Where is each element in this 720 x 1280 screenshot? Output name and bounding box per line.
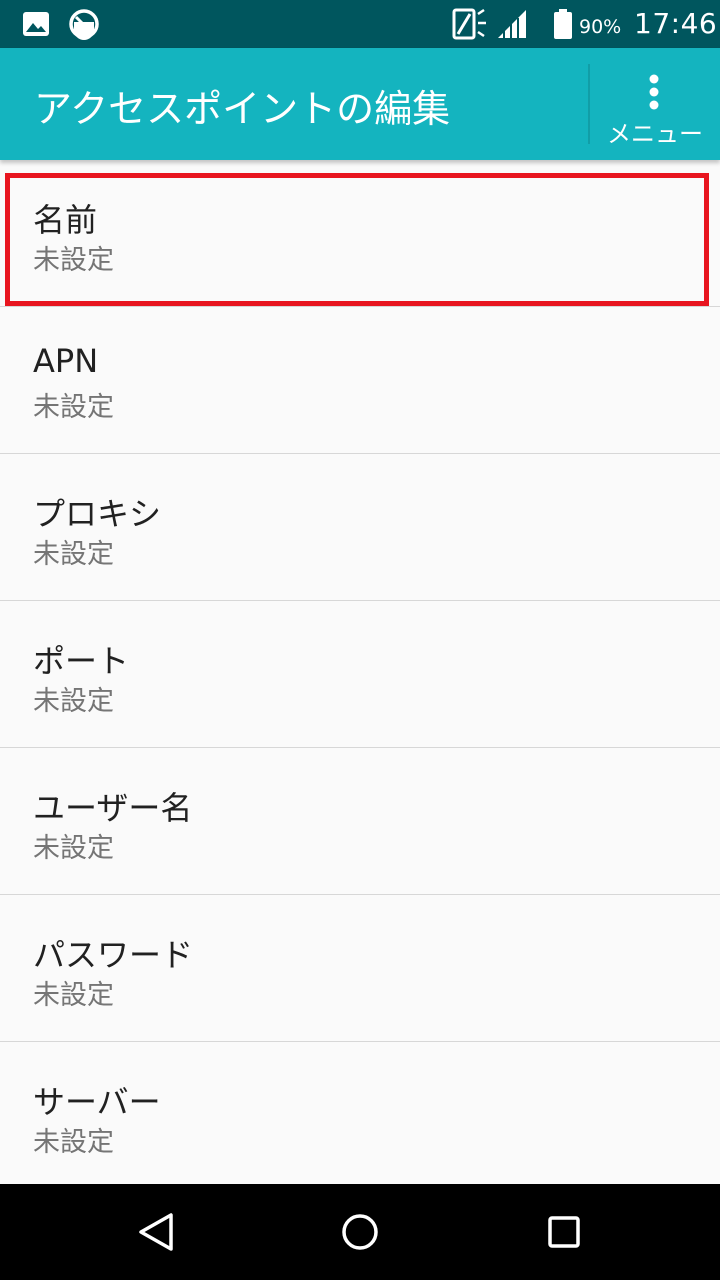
setting-title: ユーザー名: [33, 789, 193, 827]
setting-title: 名前: [33, 201, 98, 239]
setting-title: プロキシ: [33, 495, 162, 533]
app-bar: アクセスポイントの編集 メニュー: [0, 48, 720, 160]
home-icon[interactable]: [332, 1204, 388, 1260]
setting-item-username[interactable]: ユーザー名 未設定: [0, 748, 720, 895]
setting-item-name[interactable]: 名前 未設定: [0, 160, 720, 307]
more-vert-icon: [649, 74, 659, 110]
setting-summary: 未設定: [33, 686, 114, 717]
setting-summary: 未設定: [33, 980, 114, 1011]
setting-summary: 未設定: [33, 392, 114, 423]
menu-button[interactable]: メニュー: [590, 48, 720, 160]
setting-title: パスワード: [33, 936, 194, 974]
setting-summary: 未設定: [33, 245, 114, 276]
setting-title: ポート: [33, 642, 130, 680]
clock: 17:46: [634, 7, 718, 40]
setting-summary: 未設定: [33, 1127, 114, 1158]
speedometer-icon: [69, 9, 99, 40]
vibrate-icon: [452, 8, 486, 40]
setting-summary: 未設定: [33, 833, 114, 864]
page-title: アクセスポイントの編集: [34, 87, 451, 131]
battery-icon: [554, 9, 572, 39]
setting-summary: 未設定: [33, 539, 114, 570]
setting-item-port[interactable]: ポート 未設定: [0, 601, 720, 748]
navigation-bar: [0, 1184, 720, 1280]
setting-item-password[interactable]: パスワード 未設定: [0, 895, 720, 1042]
setting-title: サーバー: [33, 1083, 161, 1121]
image-icon: [23, 12, 49, 36]
menu-label: メニュー: [607, 120, 703, 148]
setting-title: APN: [33, 342, 99, 380]
status-bar: 90% 17:46: [0, 0, 720, 48]
signal-icon: [498, 10, 526, 38]
setting-item-apn[interactable]: APN 未設定: [0, 307, 720, 454]
apn-settings-list: 名前 未設定 APN 未設定 プロキシ 未設定 ポート 未設定 ユーザー名 未設…: [0, 160, 720, 1184]
back-icon[interactable]: [128, 1204, 184, 1260]
setting-item-proxy[interactable]: プロキシ 未設定: [0, 454, 720, 601]
battery-percent: 90%: [579, 16, 622, 38]
setting-item-server[interactable]: サーバー 未設定: [0, 1042, 720, 1184]
recents-icon[interactable]: [536, 1204, 592, 1260]
